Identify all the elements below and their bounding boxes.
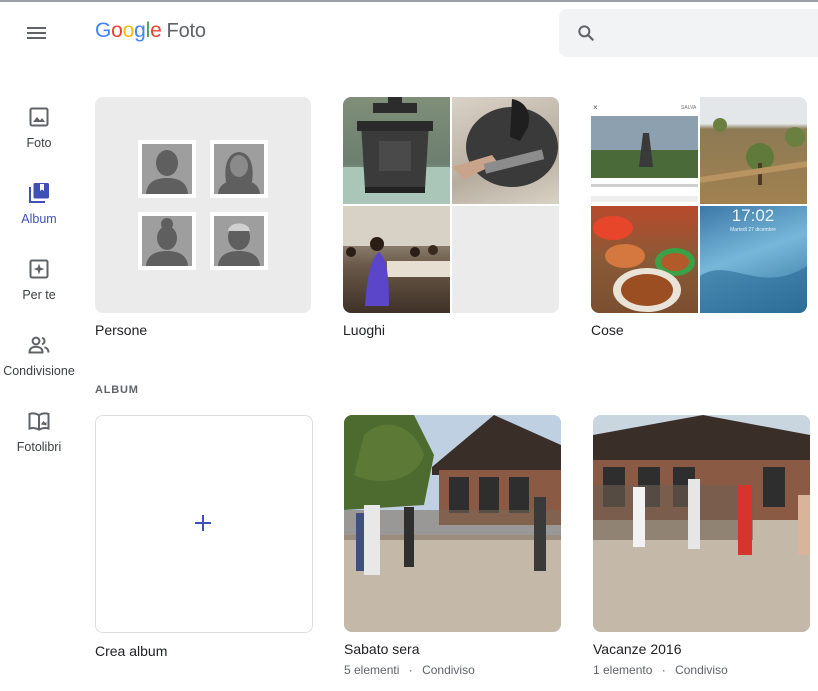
- plus-icon: [195, 515, 211, 531]
- album-meta: 5 elementi · Condiviso: [344, 663, 475, 677]
- album-item-count: 1 elemento: [593, 663, 653, 677]
- meta-separator: ·: [661, 663, 666, 677]
- album-title: Vacanze 2016: [593, 641, 682, 657]
- album-item-count: 5 elementi: [344, 663, 400, 677]
- album-cover-vacanze-2016[interactable]: [593, 415, 810, 632]
- svg-text:×: ×: [593, 103, 598, 112]
- search-bar[interactable]: [559, 9, 818, 57]
- main-menu-button[interactable]: [22, 20, 52, 46]
- create-album-button[interactable]: [95, 415, 313, 633]
- people-placeholder-image: [138, 140, 268, 270]
- album-shared-status: Condiviso: [422, 663, 475, 677]
- album-section-title: ALBUM: [95, 384, 139, 396]
- photo-icon: [29, 107, 49, 127]
- album-shared-status: Condiviso: [675, 663, 728, 677]
- sidebar-item-label: Album: [21, 212, 57, 226]
- album-cover-sabato-sera[interactable]: [344, 415, 561, 632]
- category-people-thumbnail[interactable]: [95, 97, 311, 313]
- sidebar-item-label: Fotolibri: [16, 440, 62, 454]
- sidebar-item-label: Per te: [22, 288, 56, 302]
- hamburger-menu-icon-bar: [27, 32, 46, 34]
- sharing-icon: [28, 336, 50, 354]
- things-photo-lockscreen: 17:02 Martedì 27 dicembre: [700, 206, 807, 313]
- album-icon: [29, 183, 49, 203]
- sidebar-item-per-te[interactable]: Per te: [0, 257, 78, 302]
- salva-text: SALVA: [681, 105, 697, 111]
- sidebar-item-album[interactable]: Album: [0, 181, 78, 226]
- sidebar-item-label: Foto: [26, 136, 52, 150]
- sidebar-item-foto[interactable]: Foto: [0, 105, 78, 150]
- category-things-thumbnail[interactable]: × SALVA 17:02 Martedì 27 dicembre: [591, 97, 807, 313]
- hamburger-menu-icon: [27, 27, 46, 29]
- meta-separator: ·: [408, 663, 413, 677]
- category-places-label: Luoghi: [343, 322, 386, 338]
- product-name: Foto: [166, 20, 206, 42]
- album-title: Sabato sera: [344, 641, 420, 657]
- category-things-label: Cose: [591, 322, 624, 338]
- photobook-icon: [28, 412, 50, 431]
- category-places-thumbnail[interactable]: [343, 97, 559, 313]
- search-icon[interactable]: [576, 23, 596, 43]
- sidebar-item-fotolibri[interactable]: Fotolibri: [0, 409, 78, 454]
- category-people-label: Persone: [95, 322, 148, 338]
- window-top-border: [0, 0, 818, 2]
- sidebar-item-label: Condivisione: [3, 364, 75, 378]
- places-photo-dinner: [343, 206, 450, 313]
- album-meta: 1 elemento · Condiviso: [593, 663, 728, 677]
- person-silhouette-icon: [138, 140, 196, 198]
- places-photo-hand: [452, 97, 559, 204]
- places-photo-vessel: [343, 97, 450, 204]
- things-photo-screenshot: × SALVA: [591, 97, 698, 204]
- sidebar-item-condivisione[interactable]: Condivisione: [0, 333, 78, 378]
- lockscreen-date: Martedì 27 dicembre: [730, 227, 776, 233]
- places-photo-empty: [452, 206, 559, 313]
- things-photo-food: [591, 206, 698, 313]
- assistant-icon: [29, 259, 49, 279]
- hamburger-menu-icon-bar: [27, 37, 46, 39]
- lockscreen-time: 17:02: [732, 206, 775, 225]
- create-album-label: Crea album: [95, 643, 168, 659]
- things-photo-olive-trees: [700, 97, 807, 204]
- google-photos-logo[interactable]: Google Foto: [95, 19, 206, 43]
